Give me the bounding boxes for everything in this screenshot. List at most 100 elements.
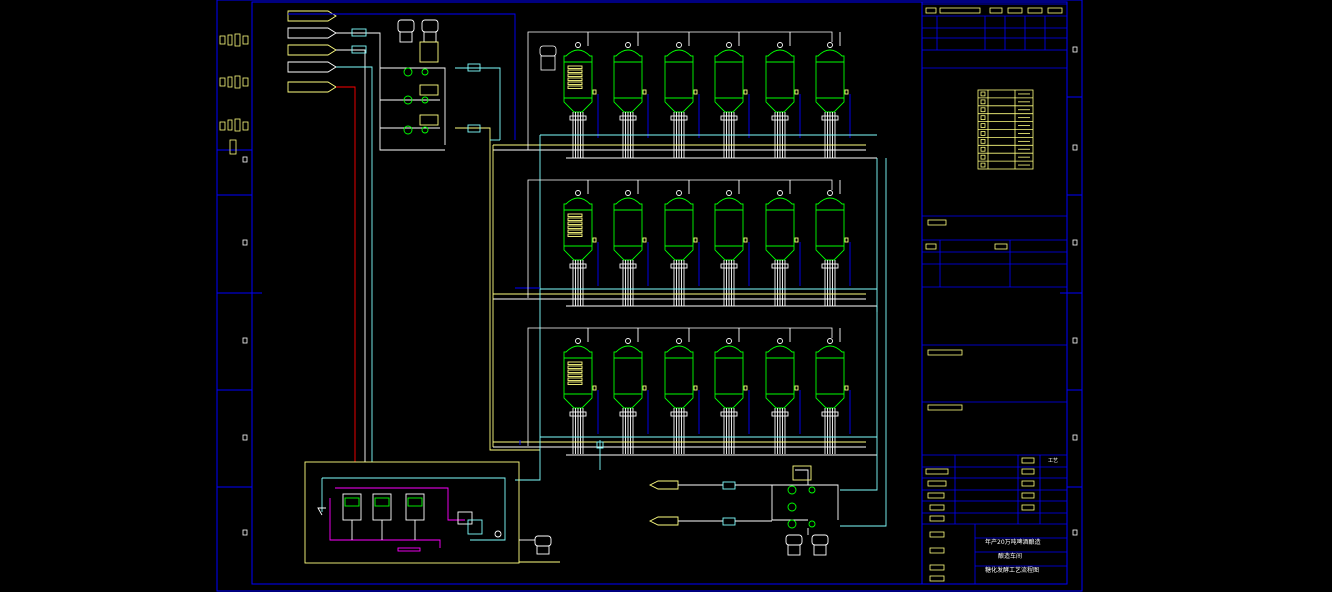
fermentation-tank <box>613 32 649 158</box>
tank-body <box>664 197 694 261</box>
tank-ladder-step <box>567 221 583 225</box>
tank-ladder-step <box>567 213 583 217</box>
tank-body <box>815 345 845 409</box>
title-line-1: 年产20万吨啤酒酿造 <box>985 538 1041 546</box>
discipline-label: 工艺 <box>1048 458 1058 464</box>
legend-symbol <box>980 138 986 144</box>
tank-ladder-step <box>567 77 583 81</box>
legend-symbol <box>980 131 986 136</box>
raw-material-inlets <box>287 10 337 93</box>
tank-body <box>714 345 744 409</box>
title-block-labels <box>925 7 1063 582</box>
tank-ladder-step <box>567 225 583 229</box>
tank-level-gauge <box>743 237 748 243</box>
lower-right-station <box>648 465 839 556</box>
tank-level-gauge <box>794 237 799 243</box>
tank-top-valve <box>676 42 682 48</box>
tank-level-gauge <box>743 89 748 95</box>
tank-top-valve <box>726 190 732 196</box>
legend-symbol <box>980 162 986 168</box>
tank-top-valve <box>827 190 833 196</box>
legend-symbol <box>980 91 986 97</box>
supply-piping <box>288 13 540 462</box>
drawing-title: 年产20万吨啤酒酿造 酿造车间 糖化发酵工艺流程图 工艺 <box>985 458 1058 574</box>
tank-body <box>613 345 643 409</box>
legend-icon-upper <box>539 45 557 71</box>
fermentation-tank <box>714 32 750 158</box>
yeast-propagation-unit <box>304 461 560 564</box>
legend-symbol <box>980 154 986 160</box>
tank-top-valve <box>676 338 682 344</box>
process-flow-drawing: 年产20万吨啤酒酿造 酿造车间 糖化发酵工艺流程图 工艺 <box>216 0 1083 592</box>
tank-top-valve <box>726 42 732 48</box>
tank-level-gauge <box>642 237 647 243</box>
tank-top-valve <box>625 190 631 196</box>
tank-ladder-step <box>567 233 583 237</box>
tank-level-gauge <box>844 237 849 243</box>
tank-level-gauge <box>844 89 849 95</box>
tank-ladder-step <box>567 81 583 85</box>
tank-body <box>714 49 744 113</box>
tank-top-valve <box>575 42 581 48</box>
fermentation-tank <box>664 180 700 306</box>
tank-level-gauge <box>592 237 597 243</box>
tank-ladder-step <box>567 217 583 221</box>
dosing-pumps <box>397 19 439 135</box>
tank-body <box>664 345 694 409</box>
tank-body <box>815 197 845 261</box>
tank-level-gauge <box>794 385 799 391</box>
tank-level-gauge <box>693 89 698 95</box>
tank-ladder-step <box>567 69 583 73</box>
tank-body <box>563 197 593 261</box>
tank-top-valve <box>625 338 631 344</box>
tank-top-valve <box>777 42 783 48</box>
upper-left-valves <box>351 28 481 133</box>
tank-ladder-step <box>567 229 583 233</box>
tank-body <box>664 49 694 113</box>
legend-symbol <box>980 115 986 120</box>
tank-ladder-step <box>567 381 583 385</box>
tank-ladder-step <box>567 361 583 365</box>
symbol-legend-table <box>977 89 1034 170</box>
legend-symbol <box>980 123 986 128</box>
tank-body <box>765 49 795 113</box>
drawing-frame <box>216 0 1083 592</box>
fermentation-tank <box>765 328 801 454</box>
tank-body <box>714 197 744 261</box>
tank-top-valve <box>777 190 783 196</box>
tank-body <box>765 197 795 261</box>
fermentation-tank-area <box>563 32 851 454</box>
tank-level-gauge <box>592 385 597 391</box>
tank-ladder-step <box>567 373 583 377</box>
fermentation-tank <box>664 32 700 158</box>
tank-body <box>613 197 643 261</box>
fermentation-tank <box>815 32 851 158</box>
tank-top-valve <box>625 42 631 48</box>
fermentation-tank <box>563 180 599 306</box>
tank-level-gauge <box>592 89 597 95</box>
tank-ladder-step <box>567 65 583 69</box>
tank-top-valve <box>575 190 581 196</box>
tank-top-valve <box>575 338 581 344</box>
tank-body <box>765 345 795 409</box>
fermentation-tank <box>714 180 750 306</box>
tank-ladder-step <box>567 365 583 369</box>
tank-ladder-step <box>567 377 583 381</box>
fermentation-tank <box>563 328 599 454</box>
fermentation-tank <box>765 32 801 158</box>
legend-symbol <box>980 107 986 113</box>
tank-level-gauge <box>794 89 799 95</box>
legend-symbol <box>980 146 986 152</box>
tank-level-gauge <box>642 89 647 95</box>
legend-symbol <box>980 99 986 105</box>
tank-level-gauge <box>642 385 647 391</box>
fermentation-tank <box>765 180 801 306</box>
tank-level-gauge <box>743 385 748 391</box>
tank-body <box>563 49 593 113</box>
tank-top-valve <box>726 338 732 344</box>
tank-row-frames <box>527 31 833 446</box>
fermentation-tank <box>664 328 700 454</box>
tank-level-gauge <box>844 385 849 391</box>
fermentation-tank <box>563 32 599 158</box>
fermentation-tank <box>714 328 750 454</box>
